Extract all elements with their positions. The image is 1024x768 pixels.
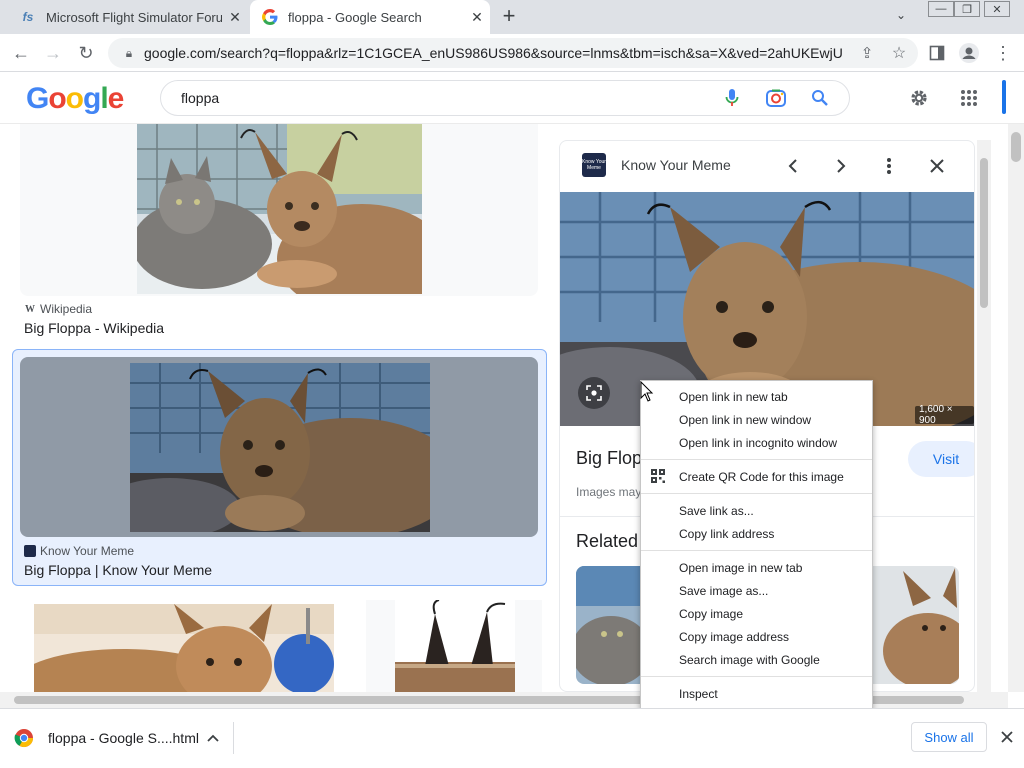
address-bar[interactable]: 🔒︎ google.com/search?q=floppa&rlz=1C1GCE… — [108, 38, 918, 68]
result-image-3[interactable] — [34, 604, 334, 692]
menu-separator — [641, 459, 872, 460]
download-filename: floppa - Google S....html — [48, 730, 199, 746]
menu-copy-image-address[interactable]: Copy image address — [641, 625, 872, 648]
google-g-icon — [262, 9, 278, 25]
download-chevron-icon[interactable] — [203, 734, 223, 742]
apps-grid-icon[interactable] — [957, 86, 981, 110]
panel-title[interactable]: Big Flop — [576, 448, 642, 469]
logo-letter: G — [26, 82, 49, 115]
minimize-icon[interactable]: — — [928, 1, 954, 17]
tab-title: Microsoft Flight Simulator Forum — [46, 9, 222, 25]
menu-open-link-incognito[interactable]: Open link in incognito window — [641, 431, 872, 454]
menu-open-image-new-tab[interactable]: Open image in new tab — [641, 556, 872, 579]
logo-letter: e — [107, 82, 125, 115]
window-close-icon[interactable]: ✕ — [984, 1, 1010, 17]
menu-copy-link-address[interactable]: Copy link address — [641, 522, 872, 545]
side-panel-icon[interactable] — [926, 42, 948, 64]
close-download-bar-icon[interactable] — [998, 728, 1016, 746]
more-options-icon[interactable] — [878, 155, 900, 177]
source-logo: Know Your Meme — [582, 153, 606, 177]
related-image-2[interactable] — [873, 566, 959, 684]
new-tab-icon[interactable]: + — [498, 5, 520, 28]
google-lens-icon[interactable] — [761, 83, 791, 113]
result-title[interactable]: Big Floppa - Wikipedia — [24, 320, 164, 336]
image-dimensions: 1,600 × 900 — [915, 404, 974, 426]
tab-title: floppa - Google Search — [288, 9, 422, 25]
lock-icon[interactable]: 🔒︎ — [114, 46, 144, 61]
reload-icon[interactable]: ↻ — [75, 42, 97, 64]
result-image-knowyourmeme[interactable] — [130, 363, 430, 532]
tab-google-search[interactable]: floppa - Google Search ✕ — [250, 0, 490, 34]
result-title[interactable]: Big Floppa | Know Your Meme — [24, 562, 212, 578]
visit-button[interactable]: Visit — [908, 441, 974, 477]
chrome-file-icon — [14, 728, 34, 748]
back-icon[interactable]: ← — [10, 42, 32, 64]
bookmark-star-icon[interactable]: ☆ — [888, 42, 910, 64]
search-box[interactable]: floppa — [160, 80, 850, 116]
show-all-button[interactable]: Show all — [911, 722, 987, 752]
menu-save-image-as[interactable]: Save image as... — [641, 579, 872, 602]
result-source-label: Wikipedia — [40, 302, 93, 316]
download-item[interactable]: floppa - Google S....html — [14, 722, 234, 754]
browser-menu-icon[interactable]: ⋮ — [992, 42, 1014, 64]
page-vertical-scrollbar[interactable] — [1008, 124, 1024, 692]
panel-source-name[interactable]: Know Your Meme — [621, 157, 731, 173]
menu-label: Create QR Code for this image — [679, 469, 844, 484]
copyright-notice: Images may — [576, 485, 642, 499]
profile-avatar-icon[interactable] — [958, 42, 980, 64]
logo-letter: l — [100, 82, 108, 115]
menu-save-link-as[interactable]: Save link as... — [641, 499, 872, 522]
lens-search-icon[interactable] — [578, 377, 610, 409]
search-input[interactable]: floppa — [161, 90, 717, 106]
close-panel-icon[interactable] — [926, 155, 948, 177]
fs-icon: fs — [22, 10, 34, 24]
menu-create-qr-code[interactable]: Create QR Code for this image — [641, 465, 872, 488]
result-source[interactable]: Know Your Meme — [24, 544, 134, 558]
menu-separator — [641, 493, 872, 494]
result-image-4[interactable] — [395, 600, 515, 692]
previous-icon[interactable] — [782, 155, 804, 177]
tab-flight-sim-forum[interactable]: fs Microsoft Flight Simulator Forum ✕ — [8, 0, 248, 34]
settings-gear-icon[interactable] — [907, 86, 931, 110]
close-tab-icon[interactable]: ✕ — [222, 9, 248, 26]
google-logo[interactable]: Google — [26, 82, 125, 116]
search-icon[interactable] — [805, 83, 835, 113]
panel-scrollbar[interactable] — [977, 140, 991, 692]
microphone-icon[interactable] — [717, 83, 747, 113]
mouse-cursor-icon — [640, 380, 654, 403]
context-menu: Open link in new tab Open link in new wi… — [640, 380, 873, 710]
related-heading: Related — [576, 531, 639, 551]
result-image-wikipedia[interactable] — [137, 124, 422, 294]
logo-letter: g — [83, 82, 101, 115]
logo-letter: o — [65, 82, 84, 115]
result-source-label: Know Your Meme — [40, 544, 135, 558]
menu-copy-image[interactable]: Copy image — [641, 602, 872, 625]
tab-search-chevron-icon[interactable]: ⌄ — [896, 8, 906, 22]
menu-inspect[interactable]: Inspect — [641, 682, 872, 705]
share-icon[interactable]: ⇪ — [856, 42, 878, 64]
result-source[interactable]: W Wikipedia — [24, 302, 92, 316]
restore-icon[interactable]: ❐ — [954, 1, 980, 17]
menu-separator — [641, 676, 872, 677]
menu-separator — [641, 550, 872, 551]
url-text: google.com/search?q=floppa&rlz=1C1GCEA_e… — [144, 45, 844, 61]
wikipedia-icon: W — [25, 303, 35, 315]
menu-open-link-new-tab[interactable]: Open link in new tab — [641, 385, 872, 408]
account-button-edge[interactable] — [1002, 80, 1006, 114]
menu-open-link-new-window[interactable]: Open link in new window — [641, 408, 872, 431]
next-icon[interactable] — [830, 155, 852, 177]
forward-icon[interactable]: → — [42, 42, 64, 64]
qr-code-icon — [651, 469, 665, 483]
menu-search-image-google[interactable]: Search image with Google — [641, 648, 872, 671]
knowyourmeme-icon — [24, 545, 36, 557]
close-tab-icon[interactable]: ✕ — [464, 9, 490, 26]
logo-letter: o — [48, 82, 66, 115]
